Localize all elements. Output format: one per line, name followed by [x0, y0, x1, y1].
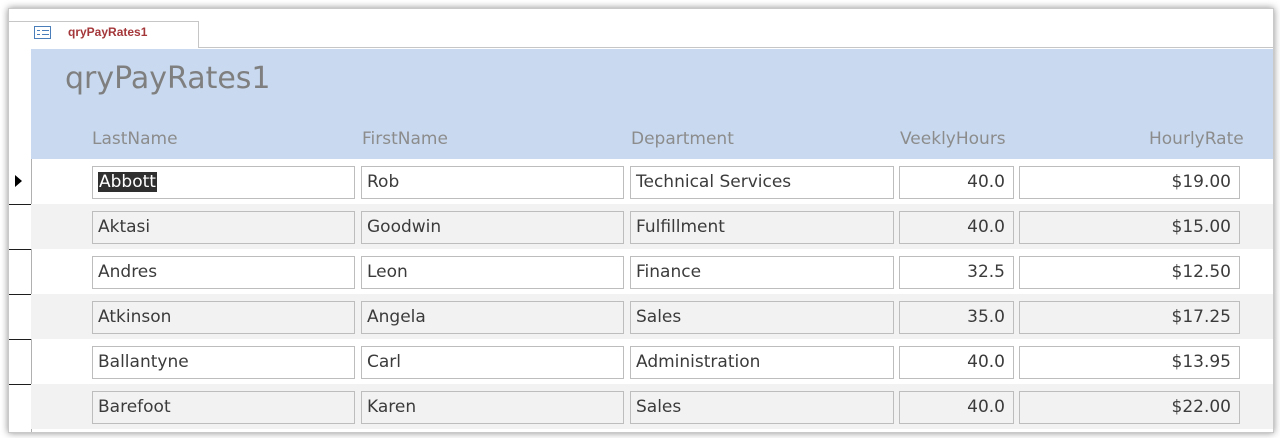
- weeklyhours-field[interactable]: 40.0: [899, 166, 1014, 199]
- department-field[interactable]: Sales: [630, 301, 894, 334]
- record-row: Abbott Rob Technical Services 40.0 $19.0…: [31, 159, 1273, 204]
- weeklyhours-field[interactable]: 40.0: [899, 346, 1014, 379]
- lastname-field[interactable]: Abbott: [92, 166, 355, 199]
- firstname-field[interactable]: Goodwin: [361, 211, 624, 244]
- firstname-field[interactable]: Carl: [361, 346, 624, 379]
- record-selector-divider: [9, 339, 31, 340]
- hourlyrate-field[interactable]: $15.00: [1019, 211, 1240, 244]
- form-window: qryPayRates1 qryPayRates1 LastName First…: [8, 8, 1274, 433]
- weeklyhours-field[interactable]: 40.0: [899, 391, 1014, 424]
- firstname-field[interactable]: Leon: [361, 256, 624, 289]
- department-field[interactable]: Fulfillment: [630, 211, 894, 244]
- form-title: qryPayRates1: [65, 61, 271, 96]
- hourlyrate-field[interactable]: $13.95: [1019, 346, 1240, 379]
- lastname-value: Abbott: [98, 172, 157, 192]
- column-label-hourlyrate: HourlyRate: [1149, 129, 1244, 149]
- document-tab-label[interactable]: qryPayRates1: [68, 25, 147, 39]
- form-header: qryPayRates1 LastName FirstName Departme…: [31, 49, 1273, 159]
- lastname-field[interactable]: Ballantyne: [92, 346, 355, 379]
- weeklyhours-field[interactable]: 40.0: [899, 211, 1014, 244]
- department-field[interactable]: Administration: [630, 346, 894, 379]
- department-field[interactable]: Finance: [630, 256, 894, 289]
- record-selector-divider: [9, 384, 31, 385]
- hourlyrate-field[interactable]: $22.00: [1019, 391, 1240, 424]
- lastname-field[interactable]: Aktasi: [92, 211, 355, 244]
- record-row: Andres Leon Finance 32.5 $12.50: [31, 249, 1273, 294]
- lastname-field[interactable]: Andres: [92, 256, 355, 289]
- weeklyhours-field[interactable]: 35.0: [899, 301, 1014, 334]
- record-row: Atkinson Angela Sales 35.0 $17.25: [31, 294, 1273, 339]
- department-field[interactable]: Sales: [630, 391, 894, 424]
- document-tab-bar: qryPayRates1: [9, 9, 1273, 48]
- record-selector-divider: [9, 249, 31, 250]
- lastname-field[interactable]: Atkinson: [92, 301, 355, 334]
- hourlyrate-field[interactable]: $12.50: [1019, 256, 1240, 289]
- current-record-arrow-icon: [15, 175, 22, 187]
- record-selector-divider: [9, 294, 31, 295]
- firstname-field[interactable]: Angela: [361, 301, 624, 334]
- firstname-field[interactable]: Rob: [361, 166, 624, 199]
- column-label-firstname: FirstName: [362, 129, 448, 149]
- lastname-field[interactable]: Barefoot: [92, 391, 355, 424]
- record-row: Aktasi Goodwin Fulfillment 40.0 $15.00: [31, 204, 1273, 249]
- hourlyrate-field[interactable]: $17.25: [1019, 301, 1240, 334]
- record-selector-divider: [9, 204, 31, 205]
- department-field[interactable]: Technical Services: [630, 166, 894, 199]
- column-label-lastname: LastName: [92, 129, 178, 149]
- column-label-department: Department: [631, 129, 734, 149]
- hourlyrate-field[interactable]: $19.00: [1019, 166, 1240, 199]
- column-label-weeklyhours: VeeklyHours: [900, 129, 1006, 149]
- form-view-icon: [34, 26, 51, 39]
- record-row: Barefoot Karen Sales 40.0 $22.00: [31, 384, 1273, 429]
- weeklyhours-field[interactable]: 32.5: [899, 256, 1014, 289]
- record-selector-column[interactable]: [9, 159, 31, 432]
- record-row: Ballantyne Carl Administration 40.0 $13.…: [31, 339, 1273, 384]
- firstname-field[interactable]: Karen: [361, 391, 624, 424]
